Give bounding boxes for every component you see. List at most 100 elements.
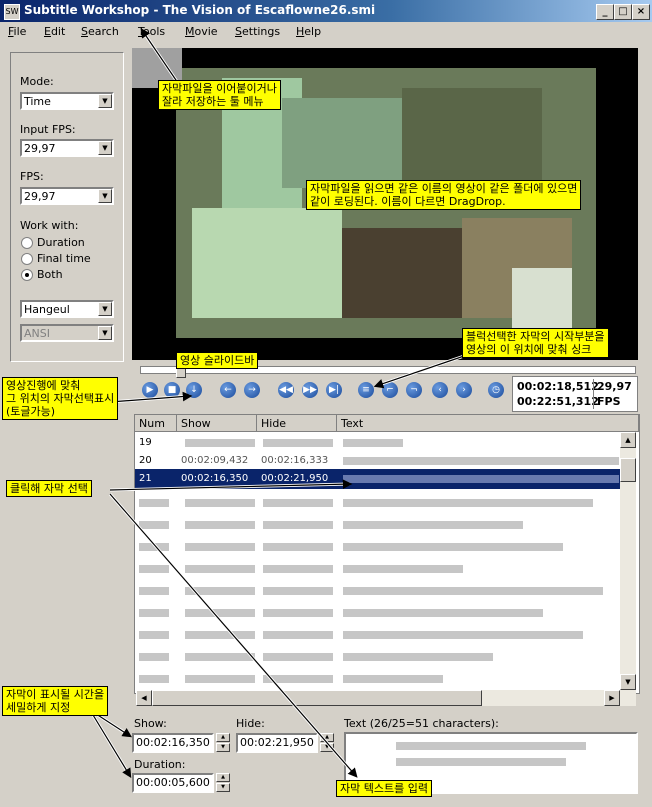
menu-bar: File Edit Search Tools Movie Settings He… xyxy=(0,22,652,42)
player-fps-label: FPS xyxy=(597,395,621,408)
video-pixel-block xyxy=(512,268,572,328)
blurred-cell xyxy=(185,653,255,661)
forward-icon[interactable]: → xyxy=(244,382,260,398)
spin-down-icon[interactable]: ▼ xyxy=(320,743,334,752)
table-row[interactable]: 20 00:02:09,432 00:02:16,333 xyxy=(135,451,623,471)
app-icon: SW xyxy=(4,4,20,20)
note-dragdrop: 자막파일을 읽으면 같은 이름의 영상이 같은 폴더에 있으면 같이 로딩된다.… xyxy=(306,180,582,210)
input-fps-value: 29,97 xyxy=(24,142,56,155)
fast-forward-icon[interactable]: ▶▶ xyxy=(302,382,318,398)
radio-both[interactable] xyxy=(21,269,33,281)
show-time-input[interactable]: 00:02:16,350 xyxy=(132,733,214,753)
scroll-down-icon[interactable]: ▼ xyxy=(620,674,636,690)
menu-file[interactable]: File xyxy=(8,25,26,38)
dropdown-arrow-icon[interactable]: ▼ xyxy=(98,189,112,203)
blurred-cell xyxy=(185,609,255,617)
header-num[interactable]: Num xyxy=(135,415,177,432)
blurred-cell xyxy=(343,675,443,683)
sync-start-icon[interactable]: ≡ xyxy=(358,382,374,398)
menu-settings[interactable]: Settings xyxy=(235,25,280,38)
blurred-cell xyxy=(263,521,333,529)
note-follow: 영상진행에 맞춰 그 위치의 자막선택표시 (토글가능) xyxy=(2,377,119,420)
header-show[interactable]: Show xyxy=(177,415,257,432)
scroll-thumb[interactable] xyxy=(620,458,636,482)
dropdown-arrow-icon[interactable]: ▼ xyxy=(98,94,112,108)
blurred-cell xyxy=(343,653,493,661)
table-row[interactable]: 19 xyxy=(135,433,623,453)
minimize-button[interactable]: _ xyxy=(596,4,614,20)
clock-icon[interactable]: ◷ xyxy=(488,382,504,398)
back-icon[interactable]: ← xyxy=(220,382,236,398)
blurred-text xyxy=(343,475,619,483)
radio-duration[interactable] xyxy=(21,237,33,249)
grid-horizontal-scrollbar[interactable]: ◀ ▶ xyxy=(136,690,636,706)
blurred-cell xyxy=(343,565,463,573)
blurred-cell xyxy=(185,631,255,639)
cell-num: 19 xyxy=(139,437,152,448)
blurred-text xyxy=(343,457,619,465)
scroll-left-icon[interactable]: ◀ xyxy=(136,690,152,706)
set-end-icon[interactable]: ¬ xyxy=(406,382,422,398)
note-tools-menu: 자막파일을 이어붙이거나 잘라 저장하는 툴 메뉴 xyxy=(158,80,281,110)
blurred-text xyxy=(396,742,586,750)
header-hide[interactable]: Hide xyxy=(257,415,337,432)
stop-icon[interactable]: ■ xyxy=(164,382,180,398)
spin-down-icon[interactable]: ▼ xyxy=(216,743,230,752)
hide-time-input[interactable]: 00:02:21,950 xyxy=(236,733,318,753)
video-pixel-block xyxy=(192,208,342,318)
blurred-text xyxy=(343,439,403,447)
maximize-button[interactable]: □ xyxy=(614,4,632,20)
fps-select[interactable]: 29,97 ▼ xyxy=(20,187,114,205)
menu-edit[interactable]: Edit xyxy=(44,25,65,38)
blurred-cell xyxy=(343,609,543,617)
header-text[interactable]: Text xyxy=(337,415,639,432)
next-sub-icon[interactable]: › xyxy=(456,382,472,398)
menu-movie[interactable]: Movie xyxy=(185,25,218,38)
scroll-thumb[interactable] xyxy=(152,690,482,706)
spin-up-icon[interactable]: ▲ xyxy=(216,773,230,782)
blurred-cell xyxy=(263,543,333,551)
blurred-cell xyxy=(185,565,255,573)
mode-select[interactable]: Time ▼ xyxy=(20,92,114,110)
blurred-cell xyxy=(343,521,523,529)
blurred-cell xyxy=(139,609,169,617)
scroll-right-icon[interactable]: ▶ xyxy=(604,690,620,706)
table-row-selected[interactable]: 21 00:02:16,350 00:02:21,950 xyxy=(135,469,623,489)
blurred-cell xyxy=(343,631,583,639)
blurred-cell xyxy=(263,653,333,661)
close-button[interactable]: × xyxy=(632,4,650,20)
spin-up-icon[interactable]: ▲ xyxy=(320,733,334,742)
radio-final-time[interactable] xyxy=(21,253,33,265)
scroll-up-icon[interactable]: ▲ xyxy=(620,432,636,448)
prev-sub-icon[interactable]: ‹ xyxy=(432,382,448,398)
blurred-cell xyxy=(263,587,333,595)
dropdown-arrow-icon[interactable]: ▼ xyxy=(98,141,112,155)
duration-input[interactable]: 00:00:05,600 xyxy=(132,773,214,793)
time-divider xyxy=(593,379,594,409)
input-fps-select[interactable]: 29,97 ▼ xyxy=(20,139,114,157)
cell-num: 21 xyxy=(139,473,152,484)
menu-tools[interactable]: Tools xyxy=(138,25,165,38)
cell-hide: 00:02:21,950 xyxy=(261,473,329,484)
note-sync: 블럭선택한 자막의 시작부분을 영상의 이 위치에 맞춰 싱크 xyxy=(462,328,609,358)
spin-down-icon[interactable]: ▼ xyxy=(216,783,230,792)
player-fps-value: 29,97 xyxy=(597,380,632,393)
next-frame-icon[interactable]: ▶| xyxy=(326,382,342,398)
follow-subtitle-icon[interactable]: ↓ xyxy=(186,382,202,398)
play-icon[interactable]: ▶ xyxy=(142,382,158,398)
total-time: 00:22:51,312 xyxy=(517,395,599,408)
dropdown-arrow-icon[interactable]: ▼ xyxy=(98,302,112,316)
blurred-cell xyxy=(139,521,169,529)
menu-help[interactable]: Help xyxy=(296,25,321,38)
blurred-cell xyxy=(139,631,169,639)
input-fps-label: Input FPS: xyxy=(20,123,76,136)
charset-select[interactable]: Hangeul ▼ xyxy=(20,300,114,318)
grid-vertical-scrollbar[interactable]: ▲ ▼ xyxy=(620,432,636,690)
subtitle-grid[interactable]: Num Show Hide Text 19 20 00:02:09,432 00… xyxy=(134,414,640,694)
blurred-cell xyxy=(263,499,333,507)
set-start-icon[interactable]: ⌐ xyxy=(382,382,398,398)
menu-search[interactable]: Search xyxy=(81,25,119,38)
rewind-icon[interactable]: ◀◀ xyxy=(278,382,294,398)
spin-up-icon[interactable]: ▲ xyxy=(216,733,230,742)
blurred-cell xyxy=(139,543,169,551)
